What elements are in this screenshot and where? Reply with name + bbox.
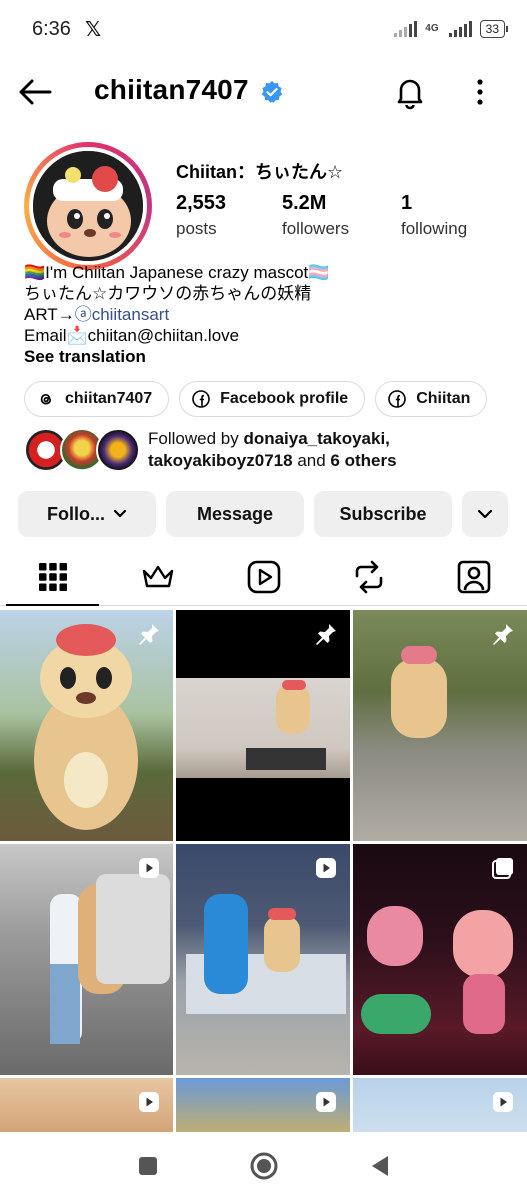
crown-icon bbox=[142, 565, 174, 587]
profile-username: chiitan7407 bbox=[94, 74, 249, 105]
profile-avatar-story-ring[interactable] bbox=[24, 142, 152, 270]
network-type: 4G bbox=[425, 23, 439, 34]
facebook-icon bbox=[388, 390, 406, 408]
followed-by-text: Followed by donaiya_takoyaki, takoyakibo… bbox=[148, 428, 397, 472]
pinned-icon bbox=[139, 624, 159, 645]
tab-tagged[interactable] bbox=[422, 548, 527, 605]
post-thumbnail[interactable] bbox=[176, 844, 350, 1075]
following-count: 1 bbox=[401, 192, 413, 214]
grid-icon bbox=[38, 562, 67, 591]
post-thumbnail[interactable] bbox=[0, 1078, 173, 1138]
followed-by-and: and bbox=[292, 451, 331, 470]
profile-bio: 🏳️‍🌈I'm Chiitan Japanese crazy mascot🏳️‍… bbox=[24, 262, 329, 367]
posts-grid bbox=[0, 610, 527, 1138]
followed-by[interactable]: Followed by donaiya_takoyaki, takoyakibo… bbox=[24, 428, 514, 472]
followed-by-name: takoyakiboyz0718 bbox=[148, 451, 293, 470]
signal-icon bbox=[394, 21, 418, 37]
profile-header: chiitan7407 bbox=[0, 62, 527, 122]
post-thumbnail[interactable] bbox=[0, 844, 173, 1075]
followers-stat[interactable]: 5.2M followers bbox=[282, 192, 401, 239]
profile-actions: Follo... Message Subscribe bbox=[18, 491, 508, 537]
carousel-icon bbox=[492, 858, 513, 879]
mutual-avatar bbox=[96, 428, 140, 472]
facebook-icon bbox=[192, 390, 210, 408]
chevron-down-icon bbox=[477, 509, 493, 519]
following-label: following bbox=[401, 219, 468, 238]
post-thumbnail[interactable] bbox=[353, 844, 527, 1075]
followers-count: 5.2M bbox=[282, 192, 327, 214]
pinned-icon bbox=[316, 624, 336, 645]
facebook-page-chip[interactable]: Chiitan bbox=[375, 381, 488, 417]
following-stat[interactable]: 1 following bbox=[401, 192, 467, 239]
threads-link-chip[interactable]: chiitan7407 bbox=[24, 381, 170, 417]
posts-stat[interactable]: 2,553 posts bbox=[176, 192, 282, 239]
reels-icon bbox=[247, 560, 280, 593]
reel-icon bbox=[139, 1092, 159, 1112]
tab-subscriptions[interactable] bbox=[105, 548, 210, 605]
status-bar: 6:36 𝕏 4G 33 bbox=[0, 0, 527, 58]
bio-email[interactable]: Email📩chiitan@chiitan.love bbox=[24, 325, 329, 346]
home-icon[interactable] bbox=[249, 1151, 279, 1181]
tab-posts-grid[interactable] bbox=[0, 548, 105, 606]
back-arrow-icon[interactable] bbox=[16, 74, 56, 110]
notification-bell-icon[interactable] bbox=[392, 74, 428, 110]
profile-tabs bbox=[0, 548, 527, 606]
following-button-label: Follo... bbox=[47, 503, 105, 524]
post-thumbnail[interactable] bbox=[0, 610, 173, 841]
signal-strength-icon bbox=[448, 21, 472, 37]
see-translation-link[interactable]: See translation bbox=[24, 346, 329, 367]
reel-icon bbox=[139, 858, 159, 878]
bio-art-prefix: ART→ bbox=[24, 305, 75, 324]
verified-badge-icon bbox=[261, 81, 283, 103]
post-thumbnail[interactable] bbox=[353, 1078, 527, 1138]
tagged-person-icon bbox=[458, 560, 491, 593]
more-options-icon[interactable] bbox=[466, 74, 494, 110]
bio-line: ちぃたん☆カワウソの赤ちゃんの妖精 bbox=[24, 284, 312, 303]
bio-line: ART→ⓐchiitansart bbox=[24, 304, 329, 325]
chevron-down-icon bbox=[113, 509, 127, 518]
reel-icon bbox=[316, 1092, 336, 1112]
battery-indicator: 33 bbox=[479, 20, 509, 38]
recent-apps-icon[interactable] bbox=[137, 1155, 159, 1177]
reel-icon bbox=[493, 1092, 513, 1112]
back-icon[interactable] bbox=[369, 1154, 391, 1178]
status-time: 6:36 bbox=[32, 17, 71, 40]
facebook-profile-chip[interactable]: Facebook profile bbox=[179, 381, 366, 417]
profile-link-chips: chiitan7407 Facebook profile Chiitan bbox=[24, 381, 488, 417]
tab-reposts[interactable] bbox=[316, 548, 421, 605]
post-thumbnail[interactable] bbox=[353, 610, 527, 841]
chip-label: Facebook profile bbox=[220, 390, 349, 407]
subscribe-button[interactable]: Subscribe bbox=[314, 491, 452, 537]
repost-icon bbox=[355, 560, 383, 593]
posts-label: posts bbox=[176, 219, 217, 238]
followed-by-prefix: Followed by bbox=[148, 429, 244, 448]
mutual-avatars bbox=[24, 428, 148, 472]
reel-icon bbox=[316, 858, 336, 878]
posts-count: 2,553 bbox=[176, 192, 227, 214]
profile-stats: 2,553 posts 5.2M followers 1 following bbox=[176, 192, 467, 239]
x-logo-icon: 𝕏 bbox=[84, 18, 102, 41]
bio-line: 🏳️‍🌈I'm Chiitan Japanese crazy mascot🏳️‍… bbox=[24, 263, 330, 282]
followed-by-others: 6 others bbox=[330, 451, 397, 470]
followers-label: followers bbox=[282, 219, 350, 238]
chip-label: Chiitan bbox=[416, 390, 471, 407]
suggested-accounts-button[interactable] bbox=[462, 491, 508, 537]
post-thumbnail[interactable] bbox=[176, 1078, 350, 1138]
bio-art-link[interactable]: ⓐchiitansart bbox=[75, 305, 169, 324]
chip-label: chiitan7407 bbox=[65, 390, 153, 407]
system-navigation-bar bbox=[0, 1132, 527, 1200]
post-thumbnail[interactable] bbox=[176, 610, 350, 841]
profile-avatar bbox=[33, 151, 143, 261]
tab-reels[interactable] bbox=[211, 548, 316, 605]
pinned-icon bbox=[493, 624, 513, 645]
following-button[interactable]: Follo... bbox=[18, 491, 156, 537]
display-name: Chiitan：ちぃたん☆ bbox=[176, 162, 344, 182]
message-button[interactable]: Message bbox=[166, 491, 304, 537]
followed-by-name: donaiya_takoyaki, bbox=[243, 429, 390, 448]
threads-icon bbox=[40, 393, 52, 405]
